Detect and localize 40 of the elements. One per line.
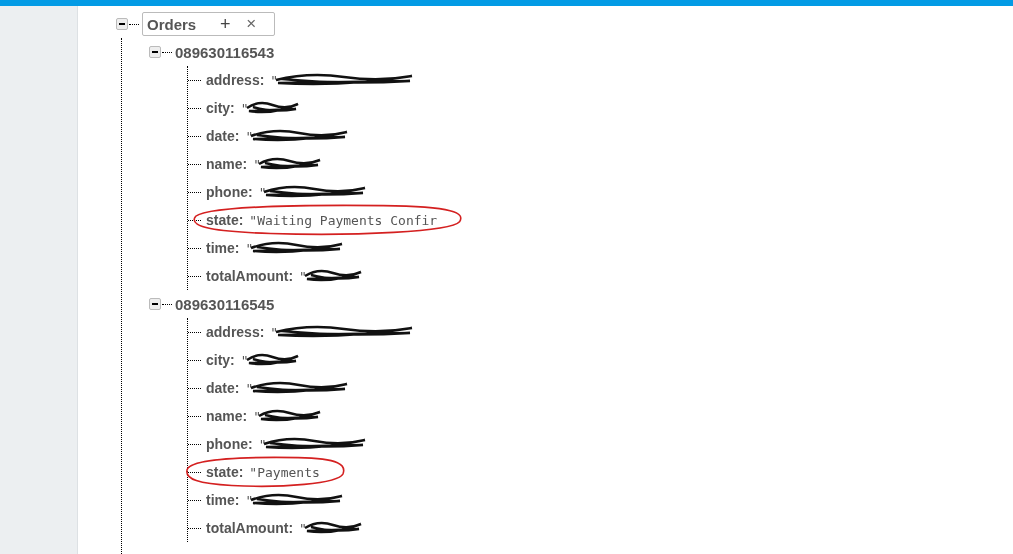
collapse-toggle[interactable] [116,18,128,30]
collapse-toggle[interactable] [149,298,161,310]
field-key: totalAmount: [206,268,294,284]
field-value[interactable]: " [253,156,262,172]
field-value[interactable]: " [270,324,279,340]
node-key[interactable]: 089630116545 [175,295,275,313]
field-value[interactable]: " [240,100,249,116]
field-key: state: [206,464,244,480]
node-key[interactable]: Orders [147,15,197,33]
field-key: city: [206,352,235,368]
field-key: time: [206,240,240,256]
node-key[interactable]: 089630116543 [175,43,275,61]
field-key: time: [206,492,240,508]
add-button[interactable]: + [212,13,239,35]
field-value[interactable]: " [245,240,254,256]
field-value[interactable]: " [299,520,307,536]
field-value[interactable]: " [245,128,254,144]
field-value[interactable]: " [245,492,254,508]
field-key: date: [206,128,240,144]
field-key: phone: [206,184,253,200]
field-value[interactable]: "Payments [249,464,320,480]
field-value[interactable]: " [270,72,279,88]
delete-button[interactable]: × [238,14,265,34]
field-key: address: [206,72,265,88]
field-key: phone: [206,436,253,452]
field-value[interactable]: " [258,436,267,452]
field-key: name: [206,156,248,172]
field-key: address: [206,324,265,340]
field-key: date: [206,380,240,396]
field-key: city: [206,100,235,116]
field-key: totalAmount: [206,520,294,536]
field-value[interactable]: " [253,408,262,424]
field-key: name: [206,408,248,424]
collapse-toggle[interactable] [149,46,161,58]
field-value[interactable]: " [258,184,267,200]
field-value[interactable]: " [240,352,249,368]
field-value[interactable]: " [299,268,307,284]
field-value[interactable]: "Waiting Payments Confir [249,212,438,228]
field-value[interactable]: " [245,380,254,396]
field-key: state: [206,212,244,228]
